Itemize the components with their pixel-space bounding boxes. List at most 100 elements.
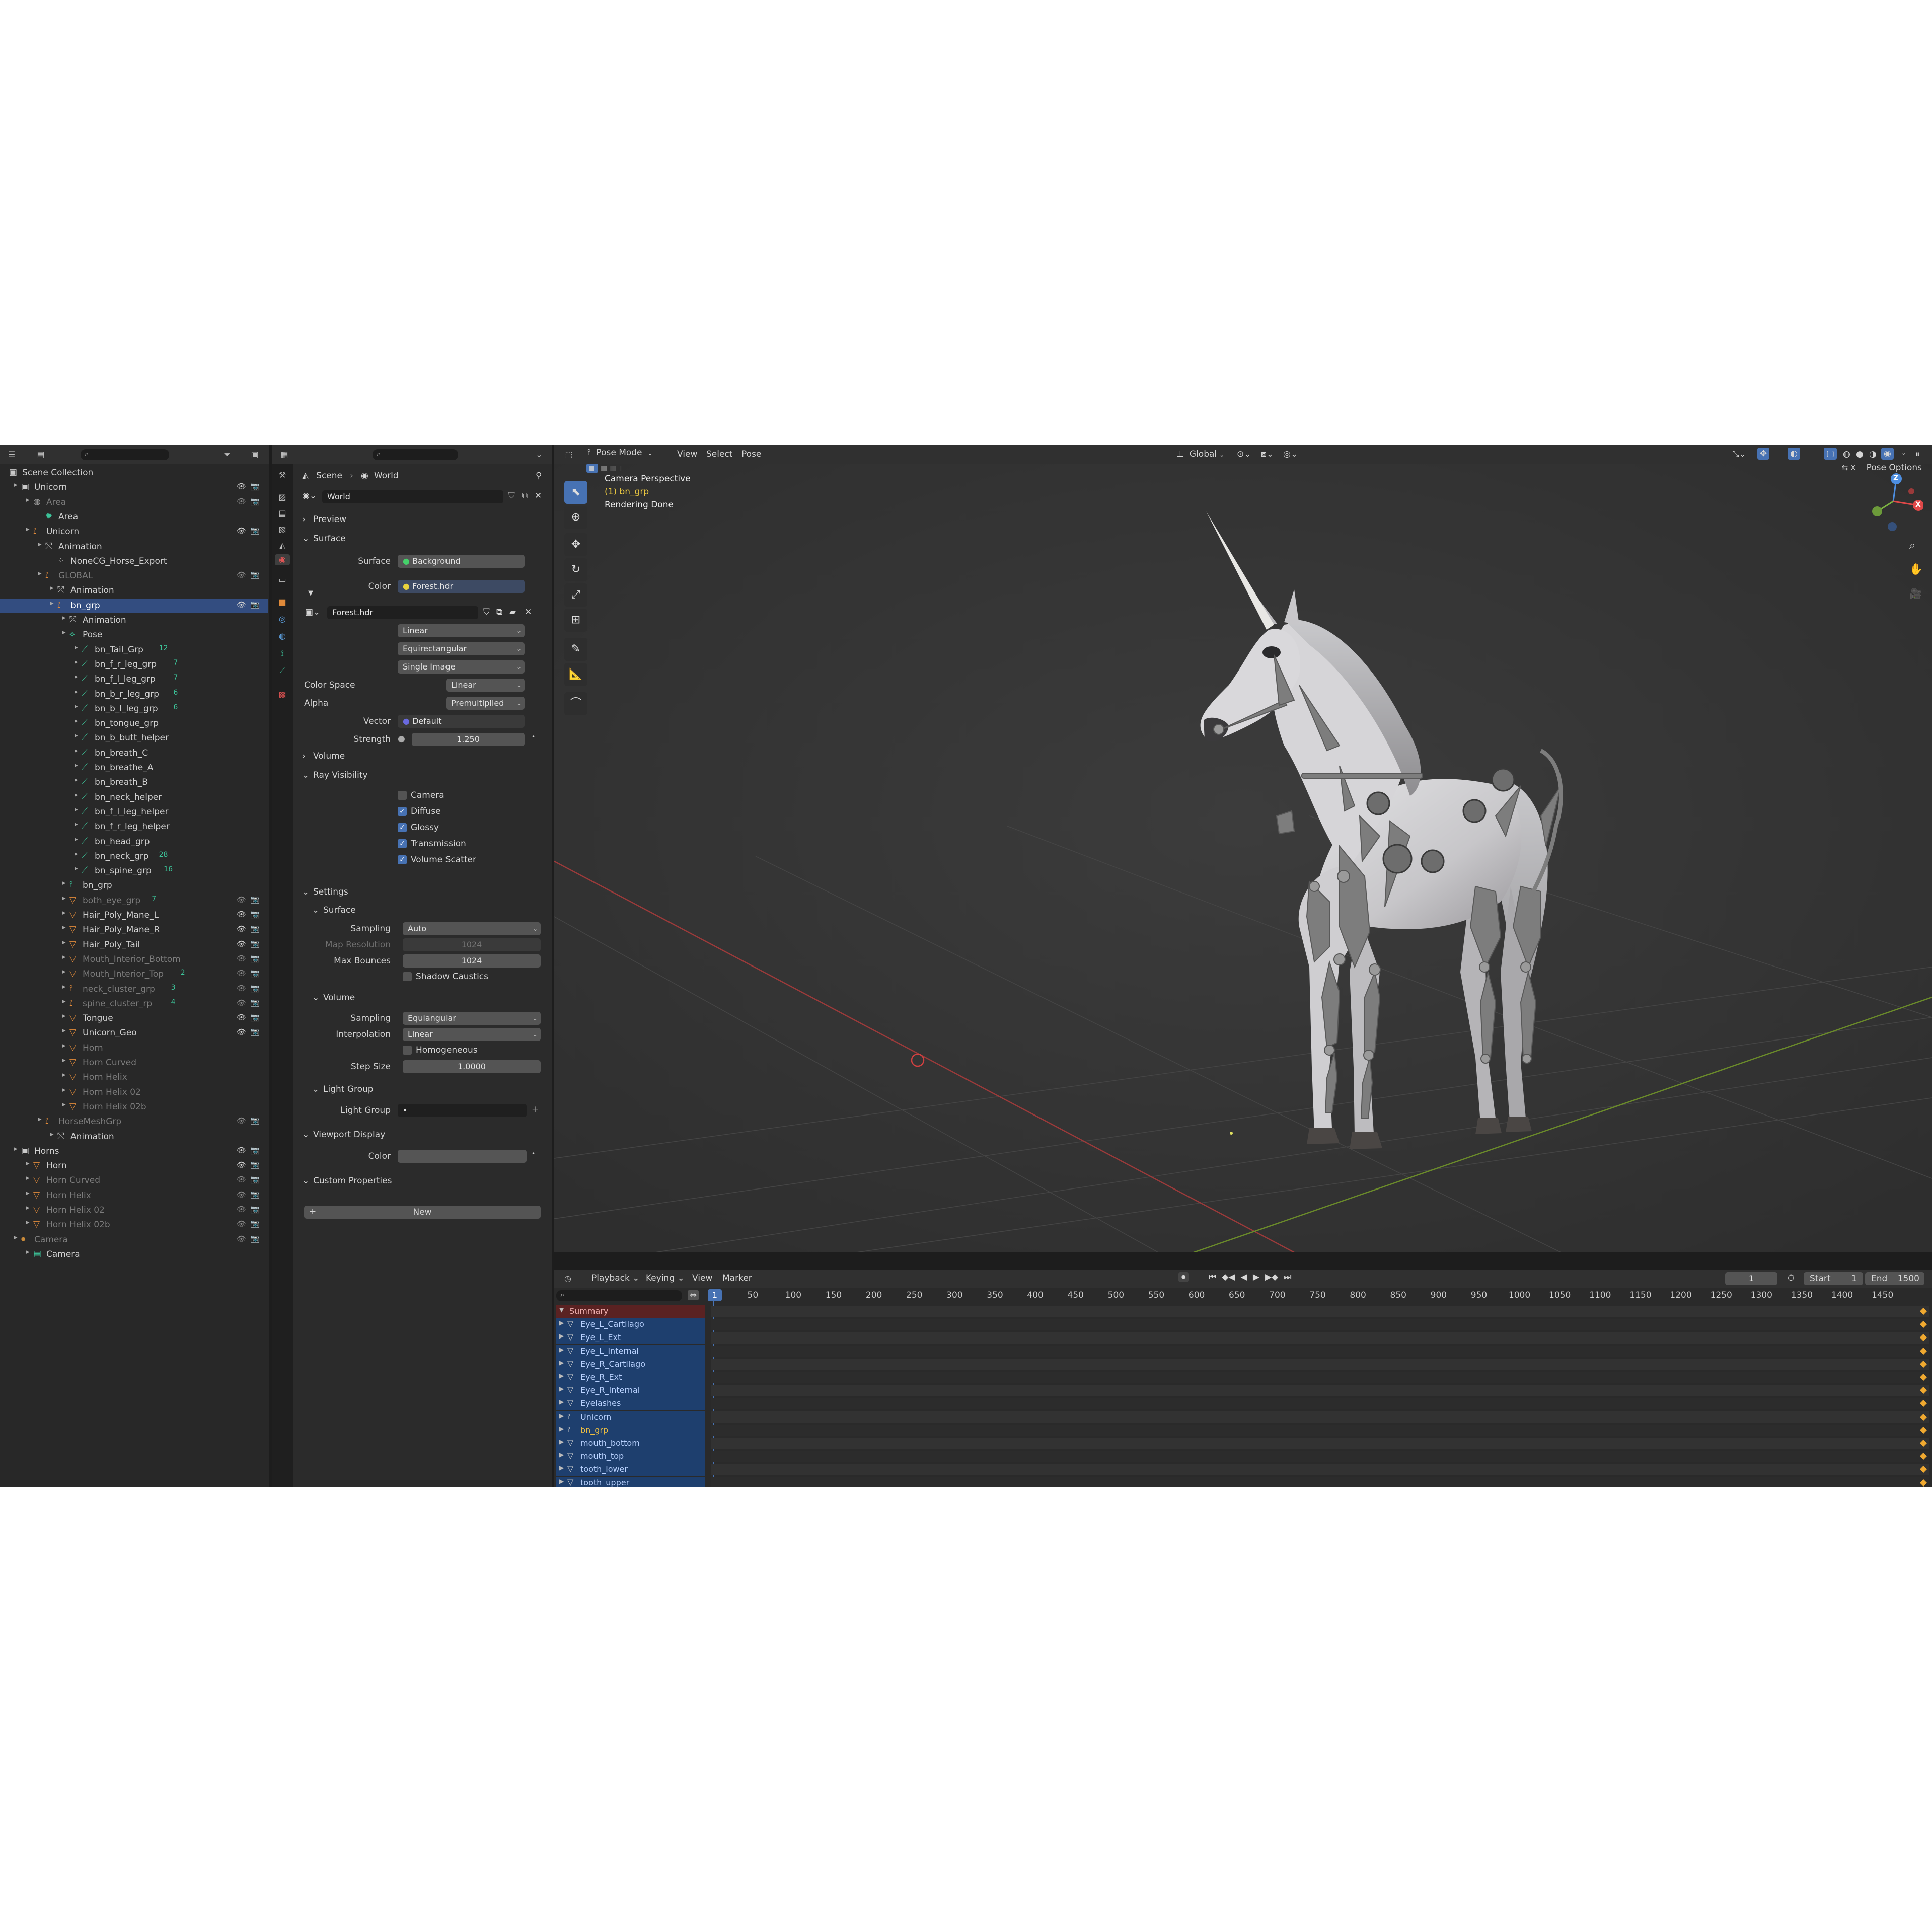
- expand-triangle-icon[interactable]: ▶: [559, 1451, 564, 1458]
- tool-tab-icon[interactable]: ⚒: [277, 470, 288, 481]
- visibility-eye-icon[interactable]: 👁: [237, 1116, 246, 1125]
- subsection-light-group[interactable]: ⌄ Light Group: [297, 1081, 547, 1098]
- outliner-row[interactable]: ▸ ⟋ bn_neck_grp 28: [0, 849, 268, 864]
- rotate-tool-icon[interactable]: ↻: [564, 558, 587, 581]
- keyframe-diamond[interactable]: [1919, 1387, 1927, 1394]
- duplicate-icon[interactable]: ⧉: [496, 607, 502, 617]
- disclosure-triangle-icon[interactable]: ▸: [38, 1116, 42, 1123]
- expand-triangle-icon[interactable]: ▶: [559, 1332, 564, 1340]
- image-datablock[interactable]: ▣⌄ Forest.hdr ⛉ ⧉ ▰ ✕: [305, 606, 542, 620]
- visibility-eye-icon[interactable]: 👁: [237, 1190, 246, 1199]
- disclosure-triangle-icon[interactable]: ▸: [26, 1174, 30, 1182]
- snap-icon[interactable]: ⧈⌄: [1261, 449, 1274, 459]
- disclosure-triangle-icon[interactable]: ▸: [38, 570, 42, 577]
- expand-triangle-icon[interactable]: ▶: [559, 1398, 564, 1405]
- visibility-eye-icon[interactable]: 👁: [237, 1160, 246, 1169]
- select-extend-icon[interactable]: ▦: [601, 464, 607, 472]
- visibility-eye-icon[interactable]: 👁: [237, 1027, 246, 1036]
- disclosure-triangle-icon[interactable]: ▸: [75, 688, 78, 696]
- render-camera-icon[interactable]: 📷: [250, 1027, 260, 1036]
- subsection-volume[interactable]: ⌄ Volume: [297, 989, 547, 1006]
- wireframe-shading-icon[interactable]: ◍: [1843, 449, 1850, 459]
- outliner-row[interactable]: ▸ ⟟ GLOBAL 👁 📷: [0, 569, 268, 583]
- shadow-caustics-row[interactable]: Shadow Caustics: [297, 969, 547, 985]
- outliner-row[interactable]: ▸ ▽ both_eye_grp 7 👁 📷: [0, 894, 268, 908]
- dopesheet-channel[interactable]: ▶ ▽ Eyelashes: [556, 1397, 705, 1410]
- disclosure-triangle-icon[interactable]: ▸: [62, 953, 66, 961]
- render-tab-icon[interactable]: ▨: [277, 492, 288, 503]
- solid-shading-icon[interactable]: ●: [1856, 449, 1864, 459]
- color-field[interactable]: ● Forest.hdr: [398, 580, 525, 593]
- channel-track[interactable]: [711, 1306, 1929, 1317]
- expand-triangle-icon[interactable]: ▶: [559, 1385, 564, 1392]
- outliner-row[interactable]: ▸ ⟋ bn_b_l_leg_grp 6: [0, 702, 268, 716]
- disclosure-triangle-icon[interactable]: ▸: [62, 1042, 66, 1050]
- dopesheet-channel[interactable]: ▶ ▽ Eye_R_Cartilago: [556, 1358, 705, 1371]
- playhead[interactable]: 1: [708, 1289, 722, 1301]
- disclosure-triangle-icon[interactable]: ▸: [75, 762, 78, 769]
- disclosure-triangle-icon[interactable]: ▸: [62, 1071, 66, 1079]
- disclosure-triangle-icon[interactable]: ▸: [62, 1012, 66, 1020]
- visibility-eye-icon[interactable]: 👁: [237, 1146, 246, 1155]
- disclosure-triangle-icon[interactable]: ▸: [62, 879, 66, 887]
- zoom-icon[interactable]: ⌕: [1909, 539, 1915, 552]
- source-dropdown[interactable]: Single Image ⌄: [398, 660, 525, 674]
- scale-tool-icon[interactable]: ⤢: [564, 583, 587, 607]
- select-mode-buttons[interactable]: ▦ ▦ ▦ ▦: [586, 464, 657, 476]
- outliner-row[interactable]: ▸ ⟟ bn_grp: [0, 878, 268, 893]
- filter-icon[interactable]: ⏷: [221, 449, 233, 460]
- render-camera-icon[interactable]: 📷: [250, 939, 260, 948]
- world-tab-icon[interactable]: ◉: [275, 554, 290, 565]
- outliner-row[interactable]: ▸ ▤ Camera: [0, 1247, 268, 1262]
- visibility-eye-icon[interactable]: 👁: [237, 939, 246, 948]
- overlays-toggle-icon[interactable]: ◐: [1788, 448, 1800, 460]
- outliner-row[interactable]: ✹ Area: [0, 510, 268, 525]
- ray-visibility-checkbox[interactable]: ✓: [398, 823, 407, 832]
- jump-start-icon[interactable]: ⏮: [1209, 1272, 1216, 1282]
- end-frame-field[interactable]: End 1500: [1865, 1272, 1924, 1285]
- expand-triangle-icon[interactable]: ▶: [559, 1346, 564, 1353]
- outliner-row[interactable]: ▸ ◍ Area 👁 📷: [0, 495, 268, 510]
- outliner-row[interactable]: ▸ ▽ Horn Helix 02b 👁 📷: [0, 1218, 268, 1232]
- disclosure-triangle-icon[interactable]: ▸: [14, 481, 18, 489]
- render-camera-icon[interactable]: 📷: [250, 1116, 260, 1125]
- move-tool-icon[interactable]: ✥: [564, 533, 587, 556]
- channel-track[interactable]: [711, 1438, 1929, 1449]
- outliner-row[interactable]: ▸ ▽ Unicorn_Geo 👁 📷: [0, 1026, 268, 1041]
- visibility-eye-icon[interactable]: 👁: [237, 910, 246, 919]
- disclosure-triangle-icon[interactable]: ▸: [75, 776, 78, 784]
- channel-track[interactable]: [711, 1464, 1929, 1476]
- dopesheet-channel[interactable]: ▶ ▽ mouth_top: [556, 1450, 705, 1463]
- keyframe-diamond[interactable]: [1919, 1466, 1927, 1473]
- select-tool-icon[interactable]: ⬉: [564, 481, 587, 504]
- outliner-row[interactable]: ▸ ⤲ Animation: [0, 540, 268, 554]
- expand-triangle-icon[interactable]: ▶: [559, 1372, 564, 1379]
- section-settings[interactable]: ⌄ Settings: [297, 883, 547, 901]
- expand-triangle-icon[interactable]: ▶: [559, 1438, 564, 1445]
- outliner-row[interactable]: ▸ ⟟ HorseMeshGrp 👁 📷: [0, 1114, 268, 1129]
- menu-view[interactable]: View: [677, 449, 697, 459]
- outliner-row[interactable]: ▸ ▣ Unicorn 👁 📷: [0, 480, 268, 495]
- disclosure-triangle-icon[interactable]: ▸: [26, 526, 30, 533]
- outliner-row[interactable]: ▸ ⟋ bn_b_r_leg_grp 6: [0, 687, 268, 702]
- object-tab-icon[interactable]: ■: [277, 597, 288, 608]
- scene-tab-icon[interactable]: ◭: [277, 540, 288, 551]
- image-name-field[interactable]: Forest.hdr: [327, 606, 478, 619]
- expand-triangle-icon[interactable]: ▶: [559, 1359, 564, 1366]
- bone-tab-icon[interactable]: ⟋: [277, 665, 288, 676]
- disclosure-triangle-icon[interactable]: ▸: [62, 983, 66, 991]
- render-camera-icon[interactable]: 📷: [250, 1190, 260, 1199]
- preview-range-icon[interactable]: ⏱: [1788, 1273, 1794, 1283]
- keyframe-diamond[interactable]: [1919, 1334, 1927, 1342]
- render-camera-icon[interactable]: 📷: [250, 1146, 260, 1155]
- options-chevron-icon[interactable]: ⌄: [534, 449, 545, 460]
- outliner-row[interactable]: ▸ ⟋ bn_breath_C: [0, 746, 268, 761]
- sync-channels-icon[interactable]: ⇔: [688, 1290, 699, 1300]
- navigation-gizmo[interactable]: Z X: [1863, 471, 1924, 532]
- visibility-eye-icon[interactable]: 👁: [237, 482, 246, 491]
- outliner-row[interactable]: ▸ ▣ Horns 👁 📷: [0, 1144, 268, 1159]
- collection-tab-icon[interactable]: ▭: [277, 574, 288, 585]
- disclosure-triangle-icon[interactable]: ▸: [62, 629, 66, 636]
- material-shading-icon[interactable]: ◑: [1869, 449, 1877, 459]
- expand-triangle-icon[interactable]: ▼: [308, 589, 313, 597]
